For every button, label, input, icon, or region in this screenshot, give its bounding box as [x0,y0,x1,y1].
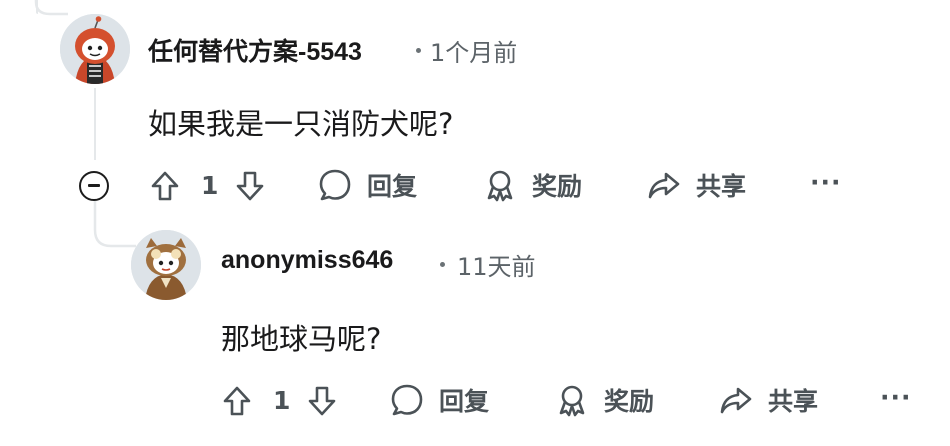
more-options-button[interactable]: ··· [810,168,842,197]
reply-button[interactable]: 回复 [389,382,489,418]
comment-author[interactable]: anonymiss646 [221,246,393,275]
thread-line-parent [94,88,96,160]
share-label: 共享 [768,387,819,416]
avatar[interactable] [60,14,130,84]
thread-curve-top [34,0,68,16]
thread-curve [93,200,136,248]
vote-score: 1 [201,171,219,200]
collapse-icon[interactable] [79,171,109,201]
share-icon [648,172,680,199]
award-icon [559,385,585,417]
upvote-icon[interactable] [148,168,182,204]
comment-body: 那地球马呢? [221,322,382,356]
share-button[interactable]: 共享 [646,167,746,203]
share-label: 共享 [696,172,747,201]
avatar[interactable] [131,230,201,300]
upvote-icon[interactable] [220,383,254,419]
award-button[interactable]: 奖励 [482,167,582,203]
comment-icon [319,169,351,201]
comment-body: 如果我是一只消防犬呢? [148,107,454,141]
share-button[interactable]: 共享 [718,382,818,418]
award-label: 奖励 [532,172,583,201]
reply-label: 回复 [439,387,490,416]
more-options-button[interactable]: ··· [880,383,912,412]
reply-label: 回复 [367,172,418,201]
award-icon [487,170,513,202]
comment-timestamp[interactable]: 1个月前 [430,33,517,68]
downvote-icon[interactable] [305,383,339,419]
separator-dot [416,48,421,53]
more-icon: ··· [880,383,912,412]
vote-score: 1 [273,386,291,415]
comment-icon [391,384,423,416]
reply-button[interactable]: 回复 [317,167,417,203]
share-icon [720,387,752,414]
award-button[interactable]: 奖励 [554,382,654,418]
more-icon: ··· [810,168,842,197]
separator-dot [440,262,445,267]
downvote-icon[interactable] [233,168,267,204]
comment-timestamp[interactable]: 11天前 [457,247,536,282]
comment-author[interactable]: 任何替代方案-5543 [148,32,362,68]
award-label: 奖励 [604,387,655,416]
